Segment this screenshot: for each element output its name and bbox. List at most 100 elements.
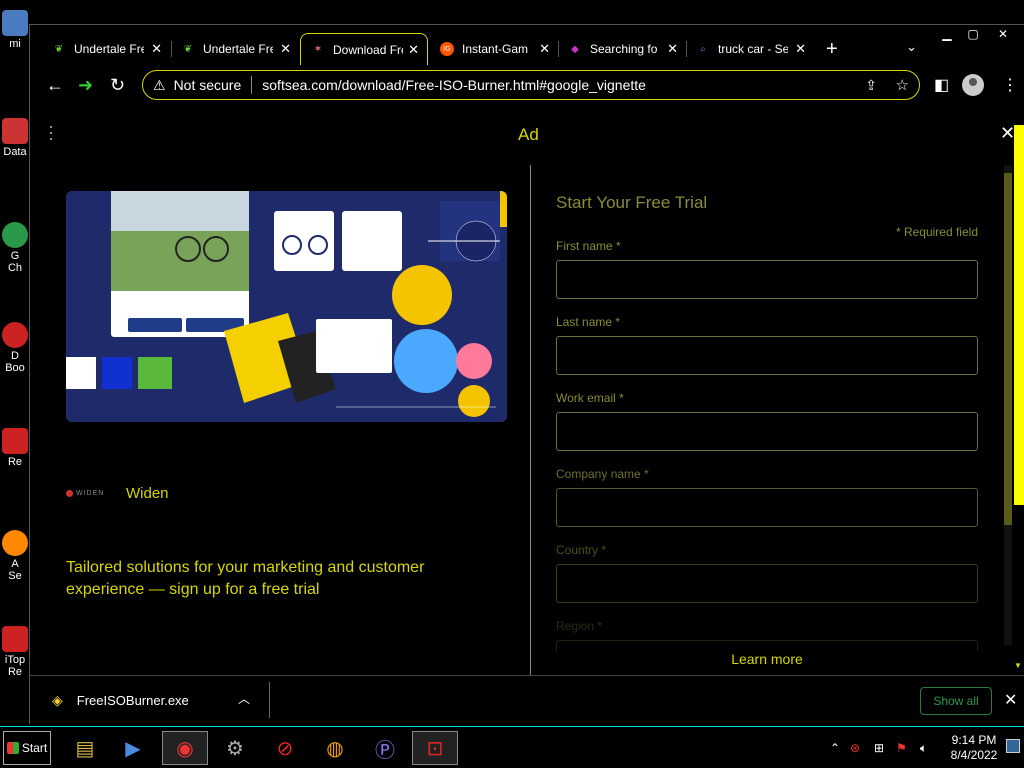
- warning-icon[interactable]: ⚠: [153, 77, 166, 94]
- file-explorer-icon[interactable]: ▤: [62, 731, 108, 765]
- windows-flag-icon: [6, 742, 19, 754]
- desktop-icon-app-2[interactable]: Re: [0, 428, 30, 468]
- tab-truck-car[interactable]: ⌕ truck car - Se ✕: [686, 33, 814, 65]
- tab-undertale-1[interactable]: ❦ Undertale Fre ✕: [42, 33, 170, 65]
- tab-searching[interactable]: ◆ Searching fo ✕: [558, 33, 686, 65]
- desktop-icon-chrome[interactable]: G Ch: [0, 222, 30, 274]
- advertiser-name[interactable]: Widen: [126, 485, 169, 502]
- tab-download-free[interactable]: ✶ Download Fre ✕: [300, 33, 428, 65]
- leaf-icon: ❦: [183, 43, 193, 55]
- clock[interactable]: 9:14 PM 8/4/2022: [944, 733, 1004, 763]
- scroll-down-arrow[interactable]: ▼: [1014, 661, 1022, 670]
- vpn-shield-icon[interactable]: ◍: [312, 731, 358, 765]
- company-name-field[interactable]: [556, 488, 978, 527]
- last-name-field[interactable]: [556, 336, 978, 375]
- url-text[interactable]: softsea.com/download/Free-ISO-Burner.htm…: [262, 77, 646, 93]
- desktop-icon-app-3[interactable]: A Se: [0, 530, 30, 582]
- tab-strip: ❦ Undertale Fre ✕ ❦ Undertale Fre ✕ ✶ Do…: [30, 25, 1024, 65]
- widen-logo: WIDEN: [66, 487, 112, 501]
- desktop-icon-data[interactable]: Data: [0, 118, 30, 158]
- side-panel-icon[interactable]: ◧: [934, 75, 949, 95]
- taskbar: Start ▤ ▶ ◉ ⚙ ⊘ ◍ Ⓟ ⊡ ⌃ ⊛ ⊞ ⚑ 🔈︎ 9:14 PM…: [0, 726, 1024, 768]
- screen-recorder-icon[interactable]: ⊡: [412, 731, 458, 765]
- form-scrollbar-thumb[interactable]: [1004, 173, 1012, 525]
- form-title: Start Your Free Trial: [556, 193, 708, 212]
- search-pin-icon: ◆: [571, 43, 579, 55]
- profile-avatar[interactable]: [962, 74, 984, 96]
- desktop: mi Data G Ch D Boo Re A Se iTop Re ❦ Und…: [0, 0, 1024, 768]
- download-item[interactable]: ◈ FreeISOBurner.exe ︿: [30, 676, 270, 724]
- reload-button[interactable]: ↻: [110, 75, 125, 95]
- leaf-icon: ❦: [54, 43, 64, 55]
- close-icon[interactable]: ✕: [151, 41, 162, 57]
- ad-close-button[interactable]: ✕: [1000, 123, 1015, 144]
- omnibox-divider: [251, 76, 253, 94]
- chrome-icon: [2, 222, 28, 248]
- volume-icon[interactable]: 🔈︎: [920, 741, 927, 756]
- work-email-field[interactable]: [556, 412, 978, 451]
- learn-more-button[interactable]: Learn more: [556, 651, 978, 675]
- ig-icon: IG: [440, 42, 454, 56]
- tab-undertale-2[interactable]: ❦ Undertale Fre ✕: [171, 33, 299, 65]
- back-button[interactable]: ←: [46, 75, 64, 95]
- chrome-taskbar-icon[interactable]: ◉: [162, 731, 208, 765]
- share-icon[interactable]: ⇪: [865, 77, 877, 94]
- show-all-button[interactable]: Show all: [920, 687, 992, 715]
- first-name-field[interactable]: [556, 260, 978, 299]
- network-icon[interactable]: ⊞: [874, 741, 884, 755]
- start-button[interactable]: Start: [3, 731, 51, 765]
- starfish-icon: ✶: [313, 44, 323, 55]
- ad-tagline[interactable]: Tailored solutions for your marketing an…: [66, 557, 486, 601]
- hero-illustration: [66, 191, 507, 422]
- flag-icon[interactable]: ⚑: [896, 741, 907, 755]
- close-icon[interactable]: ✕: [795, 41, 806, 57]
- close-icon[interactable]: ✕: [539, 41, 550, 57]
- settings-gear-icon[interactable]: ⚙: [212, 731, 258, 765]
- recorder-icon[interactable]: ⊘: [262, 731, 308, 765]
- chevron-up-icon[interactable]: ⌃: [830, 741, 840, 755]
- country-label: Country *: [556, 543, 607, 557]
- ad-vignette: ··· Ad ✕ [: [30, 105, 1024, 675]
- desktop-icon-computer[interactable]: mi: [0, 10, 30, 50]
- app-icon: [2, 530, 28, 556]
- p-app-icon[interactable]: Ⓟ: [362, 731, 408, 765]
- close-icon[interactable]: ✕: [667, 41, 678, 57]
- company-name-label: Company name *: [556, 467, 649, 481]
- bookmark-star-icon[interactable]: ☆: [896, 76, 909, 94]
- address-bar[interactable]: ⚠ Not secure softsea.com/download/Free-I…: [142, 70, 920, 100]
- show-desktop-icon[interactable]: [1006, 739, 1020, 753]
- work-email-label: Work email *: [556, 391, 624, 405]
- media-player-icon[interactable]: ▶: [110, 731, 156, 765]
- required-note: * Required field: [895, 225, 978, 239]
- forward-button[interactable]: ➜: [78, 75, 93, 95]
- logo-mark: [66, 490, 73, 497]
- region-label: Region *: [556, 619, 603, 633]
- tab-instant-gaming[interactable]: IG Instant-Gam ✕: [430, 33, 558, 65]
- ad-hero-image[interactable]: [66, 191, 507, 422]
- maximize-button[interactable]: ▢: [958, 27, 988, 43]
- new-tab-button[interactable]: +: [826, 39, 838, 59]
- tray-app-icon[interactable]: ⊛: [850, 741, 860, 755]
- desktop-icon-app-1[interactable]: D Boo: [0, 322, 30, 374]
- browser-window: ❦ Undertale Fre ✕ ❦ Undertale Fre ✕ ✶ Do…: [29, 24, 1024, 725]
- close-icon[interactable]: ✕: [408, 42, 419, 58]
- advertiser-row[interactable]: WIDEN Widen: [66, 485, 169, 502]
- desktop-icon-app-4[interactable]: iTop Re: [0, 626, 30, 678]
- ad-options-icon[interactable]: · · ·: [48, 117, 54, 147]
- tab-search-button[interactable]: ⌄: [906, 39, 917, 55]
- security-label[interactable]: Not secure: [174, 77, 242, 93]
- app-icon: [2, 626, 28, 652]
- shelf-close-icon[interactable]: ✕: [1004, 690, 1017, 710]
- app-icon: [2, 322, 28, 348]
- window-close-button[interactable]: ✕: [988, 27, 1018, 43]
- ad-divider: [530, 165, 531, 675]
- download-shelf: ◈ FreeISOBurner.exe ︿ Show all ✕: [30, 675, 1024, 725]
- close-icon[interactable]: ✕: [280, 41, 291, 57]
- download-filename: FreeISOBurner.exe: [76, 692, 189, 708]
- browser-toolbar: ← ➜ ↻ ⚠ Not secure softsea.com/download/…: [30, 67, 1024, 103]
- computer-icon: [2, 10, 28, 36]
- first-name-label: First name *: [556, 239, 621, 253]
- menu-kebab-icon[interactable]: ⋮: [1002, 75, 1018, 95]
- chevron-up-icon[interactable]: ︿: [238, 690, 250, 707]
- country-field[interactable]: [556, 564, 978, 603]
